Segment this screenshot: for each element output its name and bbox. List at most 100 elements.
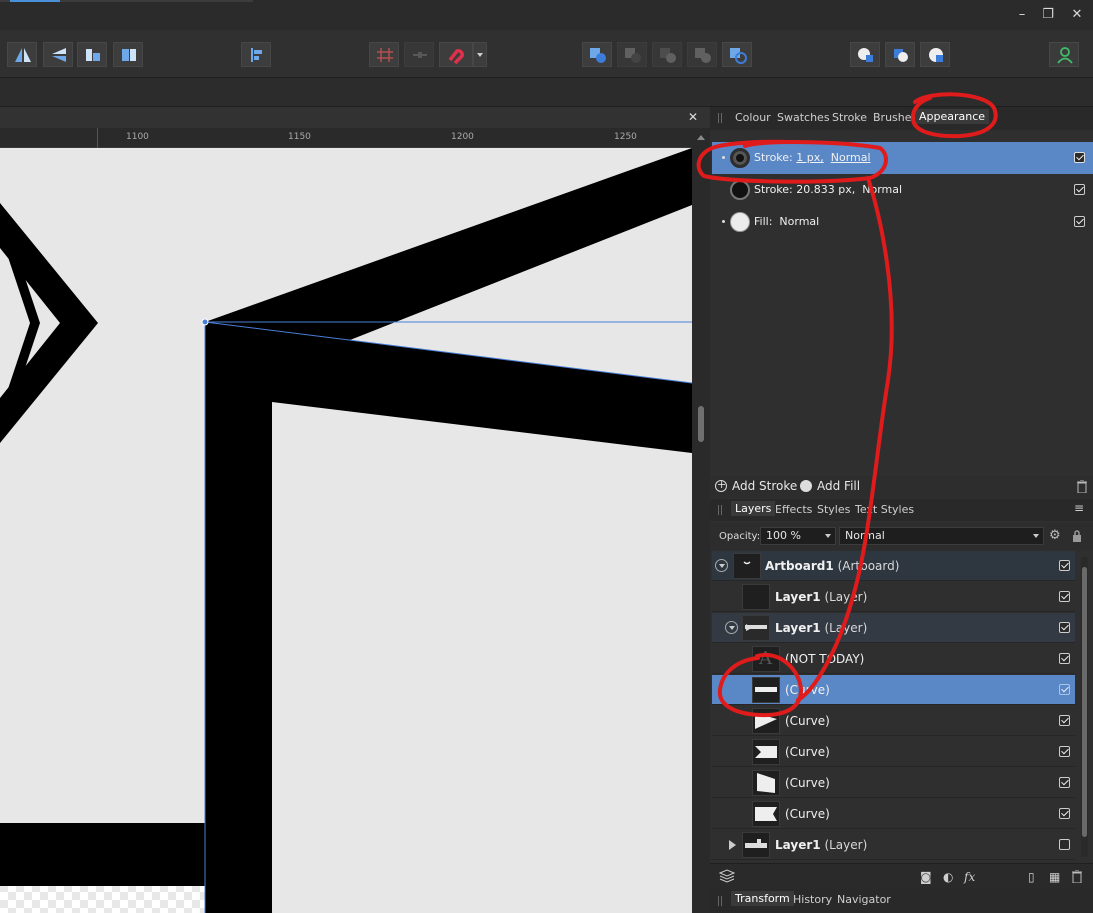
expand-arrow-icon[interactable]: [729, 840, 736, 850]
new-layer-icon[interactable]: ▯: [1028, 870, 1035, 884]
stroke-2-visibility-checkbox[interactable]: [1074, 184, 1085, 195]
scrollbar-thumb[interactable]: [698, 406, 704, 442]
tab-text-styles[interactable]: Text Styles: [855, 503, 914, 516]
snap-grid-button[interactable]: [369, 42, 399, 67]
layer-visibility-checkbox[interactable]: [1059, 777, 1070, 788]
add-shape-button[interactable]: [582, 42, 612, 67]
blend-mode-select[interactable]: Normal: [839, 527, 1044, 545]
close-document-icon[interactable]: ✕: [688, 110, 698, 124]
tab-appearance[interactable]: Appearance: [915, 109, 990, 124]
align-button[interactable]: [241, 42, 271, 67]
restore-button[interactable]: ❐: [1037, 6, 1059, 24]
snap-pixel-button[interactable]: [404, 42, 434, 67]
tab-history[interactable]: History: [793, 893, 832, 906]
artwork[interactable]: [0, 148, 693, 913]
tab-colour[interactable]: Colour: [735, 111, 771, 124]
fx-icon[interactable]: fx: [964, 870, 975, 884]
tab-effects[interactable]: Effects: [775, 503, 812, 516]
rotate-left-button[interactable]: [77, 42, 107, 67]
panel-menu-icon[interactable]: ≡: [1074, 501, 1084, 515]
active-document-indicator[interactable]: [10, 0, 60, 2]
bottom-bar-shape[interactable]: [0, 823, 205, 886]
insert-top-button[interactable]: [885, 42, 915, 67]
layer-visibility-checkbox[interactable]: [1059, 591, 1070, 602]
layer-visibility-checkbox[interactable]: [1059, 808, 1070, 819]
layer-visibility-checkbox[interactable]: [1059, 560, 1070, 571]
flip-vertical-button[interactable]: [43, 42, 73, 67]
layer-row-curve[interactable]: (Curve): [712, 799, 1075, 829]
layer-row-curve[interactable]: (Curve): [712, 768, 1075, 798]
selection-node-handle[interactable]: [201, 318, 209, 326]
layers-scrollbar-thumb[interactable]: [1082, 567, 1087, 837]
tab-stroke[interactable]: Stroke: [832, 111, 867, 124]
minimize-button[interactable]: –: [1011, 6, 1033, 24]
user-account-button[interactable]: [1049, 42, 1079, 67]
layers-stack-icon[interactable]: [719, 869, 735, 883]
appearance-row-stroke-1[interactable]: Stroke: 1 px, Normal: [712, 142, 1093, 174]
layer-visibility-checkbox[interactable]: [1059, 715, 1070, 726]
layer-row-layer1-c[interactable]: Layer1 (Layer): [712, 830, 1075, 860]
close-button[interactable]: ✕: [1066, 6, 1088, 24]
layer-row-text[interactable]: A (NOT TODAY): [712, 644, 1075, 674]
subtract-shape-button[interactable]: [617, 42, 647, 67]
stroke-1-visibility-checkbox[interactable]: [1074, 152, 1085, 163]
add-fill-button[interactable]: Add Fill: [800, 478, 860, 493]
canvas-vertical-scrollbar[interactable]: [692, 128, 710, 913]
layer-row-artboard1[interactable]: Artboard1 (Artboard): [712, 551, 1075, 581]
rotate-right-button[interactable]: [113, 42, 143, 67]
layer-visibility-checkbox[interactable]: [1059, 746, 1070, 757]
trash-icon[interactable]: [1077, 480, 1087, 493]
panel-grip-icon[interactable]: [718, 113, 722, 123]
stroke-2-width[interactable]: 20.833 px,: [796, 183, 855, 196]
stroke-1-width-link[interactable]: 1 px,: [796, 151, 823, 164]
tab-navigator[interactable]: Navigator: [837, 893, 891, 906]
stroke-swatch-icon[interactable]: [730, 148, 750, 168]
intersect-shape-button[interactable]: [652, 42, 682, 67]
snapping-dropdown[interactable]: [473, 42, 487, 67]
tab-styles[interactable]: Styles: [817, 503, 850, 516]
scroll-up-arrow-icon[interactable]: [697, 135, 705, 140]
layer-row-layer1-b[interactable]: Layer1 (Layer): [712, 613, 1075, 643]
layer-visibility-checkbox[interactable]: [1059, 622, 1070, 633]
adjustment-icon[interactable]: ◐: [943, 870, 953, 884]
snapping-button[interactable]: [439, 42, 473, 67]
stroke-swatch-icon[interactable]: [730, 180, 750, 200]
tab-brushes[interactable]: Brushes: [873, 111, 917, 124]
appearance-row-fill[interactable]: Fill: Normal: [712, 206, 1093, 238]
layer-row-curve[interactable]: (Curve): [712, 737, 1075, 767]
tab-transform[interactable]: Transform: [731, 891, 794, 906]
appearance-row-stroke-2[interactable]: Stroke: 20.833 px, Normal: [712, 174, 1093, 206]
artboard-canvas[interactable]: [0, 148, 693, 913]
fill-visibility-checkbox[interactable]: [1074, 216, 1085, 227]
lock-icon[interactable]: [1072, 530, 1082, 542]
layer-row-layer1-a[interactable]: Layer1 (Layer): [712, 582, 1075, 612]
delete-layer-icon[interactable]: [1072, 870, 1082, 883]
bullet-dot: [722, 220, 725, 223]
layers-scrollbar[interactable]: [1081, 557, 1088, 857]
layer-row-curve-selected[interactable]: (Curve): [712, 675, 1075, 705]
mask-icon[interactable]: ◙: [920, 870, 932, 884]
add-stroke-button[interactable]: Add Stroke: [715, 478, 797, 493]
layer-visibility-checkbox[interactable]: [1059, 839, 1070, 850]
layer-visibility-checkbox[interactable]: [1059, 684, 1070, 695]
insert-behind-button[interactable]: [850, 42, 880, 67]
layer-visibility-checkbox[interactable]: [1059, 653, 1070, 664]
insert-inside-button[interactable]: [920, 42, 950, 67]
stroke-2-blend[interactable]: Normal: [862, 183, 902, 196]
fill-blend[interactable]: Normal: [779, 215, 819, 228]
xor-shape-button[interactable]: [687, 42, 717, 67]
stroke-1-blend-link[interactable]: Normal: [831, 151, 871, 164]
opacity-field[interactable]: 100 %: [760, 527, 836, 545]
panel-grip-icon[interactable]: [718, 505, 722, 515]
tab-layers[interactable]: Layers: [731, 501, 776, 516]
panel-grip-icon[interactable]: [718, 896, 722, 906]
collapse-toggle-icon[interactable]: [715, 559, 728, 572]
flip-horizontal-button[interactable]: [7, 42, 37, 67]
divide-shape-button[interactable]: [722, 42, 752, 67]
group-icon[interactable]: ▦: [1049, 870, 1060, 884]
collapse-toggle-icon[interactable]: [725, 621, 738, 634]
layer-row-curve[interactable]: (Curve): [712, 706, 1075, 736]
fill-swatch-icon[interactable]: [730, 212, 750, 232]
gear-icon[interactable]: ⚙: [1049, 528, 1061, 543]
tab-swatches[interactable]: Swatches: [777, 111, 830, 124]
